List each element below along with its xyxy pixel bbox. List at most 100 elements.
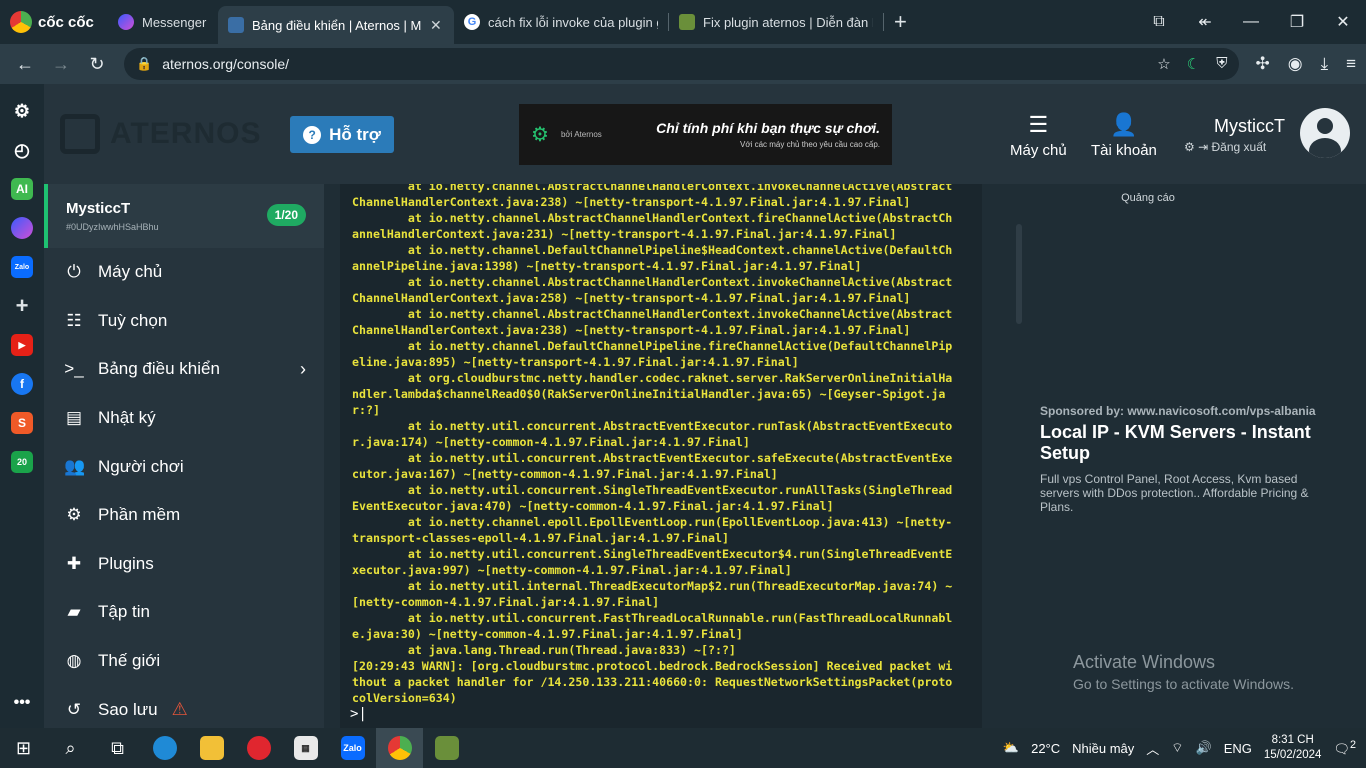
browser-tab-bar: cốc cốc Messenger Bảng điều khiển | Ater… [0, 0, 1366, 44]
google-icon: G [464, 14, 480, 30]
language-indicator[interactable]: ENG [1224, 741, 1252, 756]
clock[interactable]: 8:31 CH 15/02/2024 [1264, 733, 1322, 763]
site-header: ATERNOS ? Hỗ trợ ⚙ bởi Aternos Chỉ tính p… [44, 84, 1366, 184]
system-tray: ⛅ 22°C Nhiều mây ︿ ⌔ 🔊 ENG 8:31 CH 15/02/… [1002, 733, 1356, 763]
menu-item-software[interactable]: ⚙ Phần mềm [44, 491, 324, 540]
tray-overflow-icon[interactable]: ︿ [1146, 739, 1159, 758]
logout-link[interactable]: ⇥ Đăng xuất [1198, 140, 1266, 154]
minimize-icon[interactable]: — [1228, 13, 1274, 31]
file-icon: ▤ [65, 408, 83, 428]
back-tabs-icon[interactable]: ↞ [1182, 12, 1228, 32]
user-info: MysticcT ⚙ ⇥ Đăng xuất [1184, 116, 1285, 154]
menu-item-backups[interactable]: ↺ Sao lưu ⚠ [44, 685, 324, 734]
server-menu: MysticcT #0UDyzIwwhHSaHBhu 1/20 ⏻ Máy chủ… [44, 184, 324, 728]
menu-item-files[interactable]: ▰ Tập tin [44, 588, 324, 637]
edge-icon[interactable] [141, 728, 188, 768]
tab-messenger[interactable]: Messenger [108, 6, 218, 38]
coccoc-taskbar-icon[interactable] [376, 728, 423, 768]
menu-item-plugins[interactable]: ✚ Plugins [44, 540, 324, 589]
windows-start-icon[interactable]: ⊞ [0, 728, 47, 768]
menu-item-players[interactable]: 👥 Người chơi [44, 442, 324, 491]
bookmark-star-icon[interactable]: ☆ [1157, 55, 1170, 73]
download-icon[interactable]: ⤓ [1321, 54, 1329, 74]
shopee-icon[interactable]: S [11, 412, 33, 434]
menu-icon[interactable]: ≡ [1346, 54, 1356, 74]
youtube-icon[interactable]: ▶ [11, 334, 33, 356]
player-count-badge: 1/20 [266, 204, 306, 226]
ad-label: Quảng cáo [1121, 192, 1175, 204]
search-icon[interactable]: ⌕ [47, 728, 94, 768]
network-icon[interactable]: ⌔ [1171, 740, 1183, 756]
shield-icon[interactable]: ⛨ [1216, 55, 1227, 73]
console-panel[interactable]: at io.netty.channel.AbstractChannelHandl… [340, 184, 982, 728]
weather-cloud-icon[interactable]: ⛅ [1003, 740, 1019, 756]
avatar-body [1309, 138, 1341, 158]
more-icon[interactable]: ••• [11, 692, 33, 714]
power-icon: ⏻ [67, 262, 81, 282]
history-icon[interactable]: ◴ [11, 139, 33, 161]
add-icon[interactable]: + [11, 293, 33, 318]
profile-icon[interactable]: ◉ [1288, 54, 1303, 74]
gears-icon: ⚙ [66, 505, 82, 525]
opera-icon[interactable] [235, 728, 282, 768]
messenger-sidebar-icon[interactable] [11, 217, 33, 239]
notification-icon[interactable]: 🗨2 [1333, 739, 1356, 757]
store-icon[interactable]: ▦ [282, 728, 329, 768]
menu-item-console[interactable]: >_ Bảng điều khiển › [44, 345, 324, 394]
account-nav[interactable]: 👤 Tài khoản [1091, 112, 1157, 159]
ai-icon[interactable]: AI [11, 178, 33, 200]
menu-item-worlds[interactable]: ◍ Thế giới [44, 637, 324, 686]
extensions-icon[interactable]: ✣ [1255, 54, 1269, 74]
promo-banner[interactable]: ⚙ bởi Aternos Chỉ tính phí khi bạn thực … [519, 104, 892, 165]
task-view-icon[interactable]: ⧉ [94, 728, 141, 768]
ad-sponsor[interactable]: Sponsored by: www.navicosoft.com/vps-alb… [1040, 404, 1316, 418]
tab-aternos[interactable]: Bảng điều khiển | Aternos | M ✕ [218, 6, 454, 44]
close-window-icon[interactable]: ✕ [1320, 12, 1366, 32]
minecraft-taskbar-icon[interactable] [423, 728, 470, 768]
avatar[interactable] [1300, 108, 1350, 158]
settings-small-icon[interactable]: ⚙ [1184, 140, 1195, 154]
menu-item-options[interactable]: ☷ Tuỳ chọn [44, 297, 324, 346]
minecraft-grass-icon [679, 14, 695, 30]
aternos-favicon-icon [228, 17, 244, 33]
chevron-right-icon: › [300, 358, 306, 379]
zalo-taskbar-icon[interactable]: Zalo [329, 728, 376, 768]
calendar-2023-icon[interactable]: 20 [11, 451, 33, 473]
tab-forum[interactable]: Fix plugin aternos | Diễn đàn Mine [669, 6, 883, 38]
terminal-icon: >_ [64, 359, 84, 379]
back-icon[interactable]: ← [10, 54, 40, 75]
address-bar[interactable]: 🔒 aternos.org/console/ ☆ ☾ ⛨ [124, 48, 1240, 80]
gear-logo-icon: ⚙ [531, 124, 549, 146]
zalo-icon[interactable]: Zalo [11, 256, 33, 278]
browser-logo[interactable]: cốc cốc [0, 11, 108, 33]
menu-item-server[interactable]: ⏻ Máy chủ [44, 248, 324, 297]
aternos-logo[interactable]: ATERNOS [60, 114, 261, 154]
lock-icon[interactable]: 🔒 [136, 56, 152, 72]
dark-mode-icon[interactable]: ☾ [1187, 55, 1200, 73]
server-selector[interactable]: MysticcT #0UDyzIwwhHSaHBhu 1/20 [44, 184, 324, 248]
cast-icon[interactable]: ⧉ [1136, 13, 1182, 31]
file-explorer-icon[interactable] [188, 728, 235, 768]
username: MysticcT [1214, 116, 1285, 136]
ad-headline[interactable]: Local IP - KVM Servers - Instant Setup [1040, 422, 1330, 464]
reload-icon[interactable]: ↻ [82, 54, 112, 75]
help-button[interactable]: ? Hỗ trợ [290, 116, 394, 153]
forward-icon[interactable]: → [46, 54, 76, 75]
console-input[interactable]: >| [350, 706, 367, 722]
ad-body: Full vps Control Panel, Root Access, Kvm… [1040, 472, 1309, 514]
menu-item-log[interactable]: ▤ Nhật ký [44, 394, 324, 443]
close-tab-icon[interactable]: ✕ [430, 17, 444, 34]
servers-nav[interactable]: ☰ Máy chủ [1010, 112, 1067, 159]
server-stack-icon: ☰ [1028, 112, 1049, 137]
volume-icon[interactable]: 🔊 [1196, 740, 1212, 756]
activate-windows-watermark: Activate Windows Go to Settings to activ… [1073, 652, 1294, 692]
globe-icon: ◍ [66, 651, 82, 671]
new-tab-button[interactable]: + [884, 9, 917, 35]
warning-icon: ⚠ [171, 699, 188, 720]
settings-gear-icon[interactable]: ⚙ [11, 100, 33, 122]
scrollbar[interactable] [1016, 224, 1022, 324]
sliders-icon: ☷ [66, 310, 82, 330]
facebook-icon[interactable]: f [11, 373, 33, 395]
tab-google-search[interactable]: Gcách fix lỗi invoke của plugin geys [454, 6, 668, 38]
restore-icon[interactable]: ❐ [1274, 12, 1320, 32]
